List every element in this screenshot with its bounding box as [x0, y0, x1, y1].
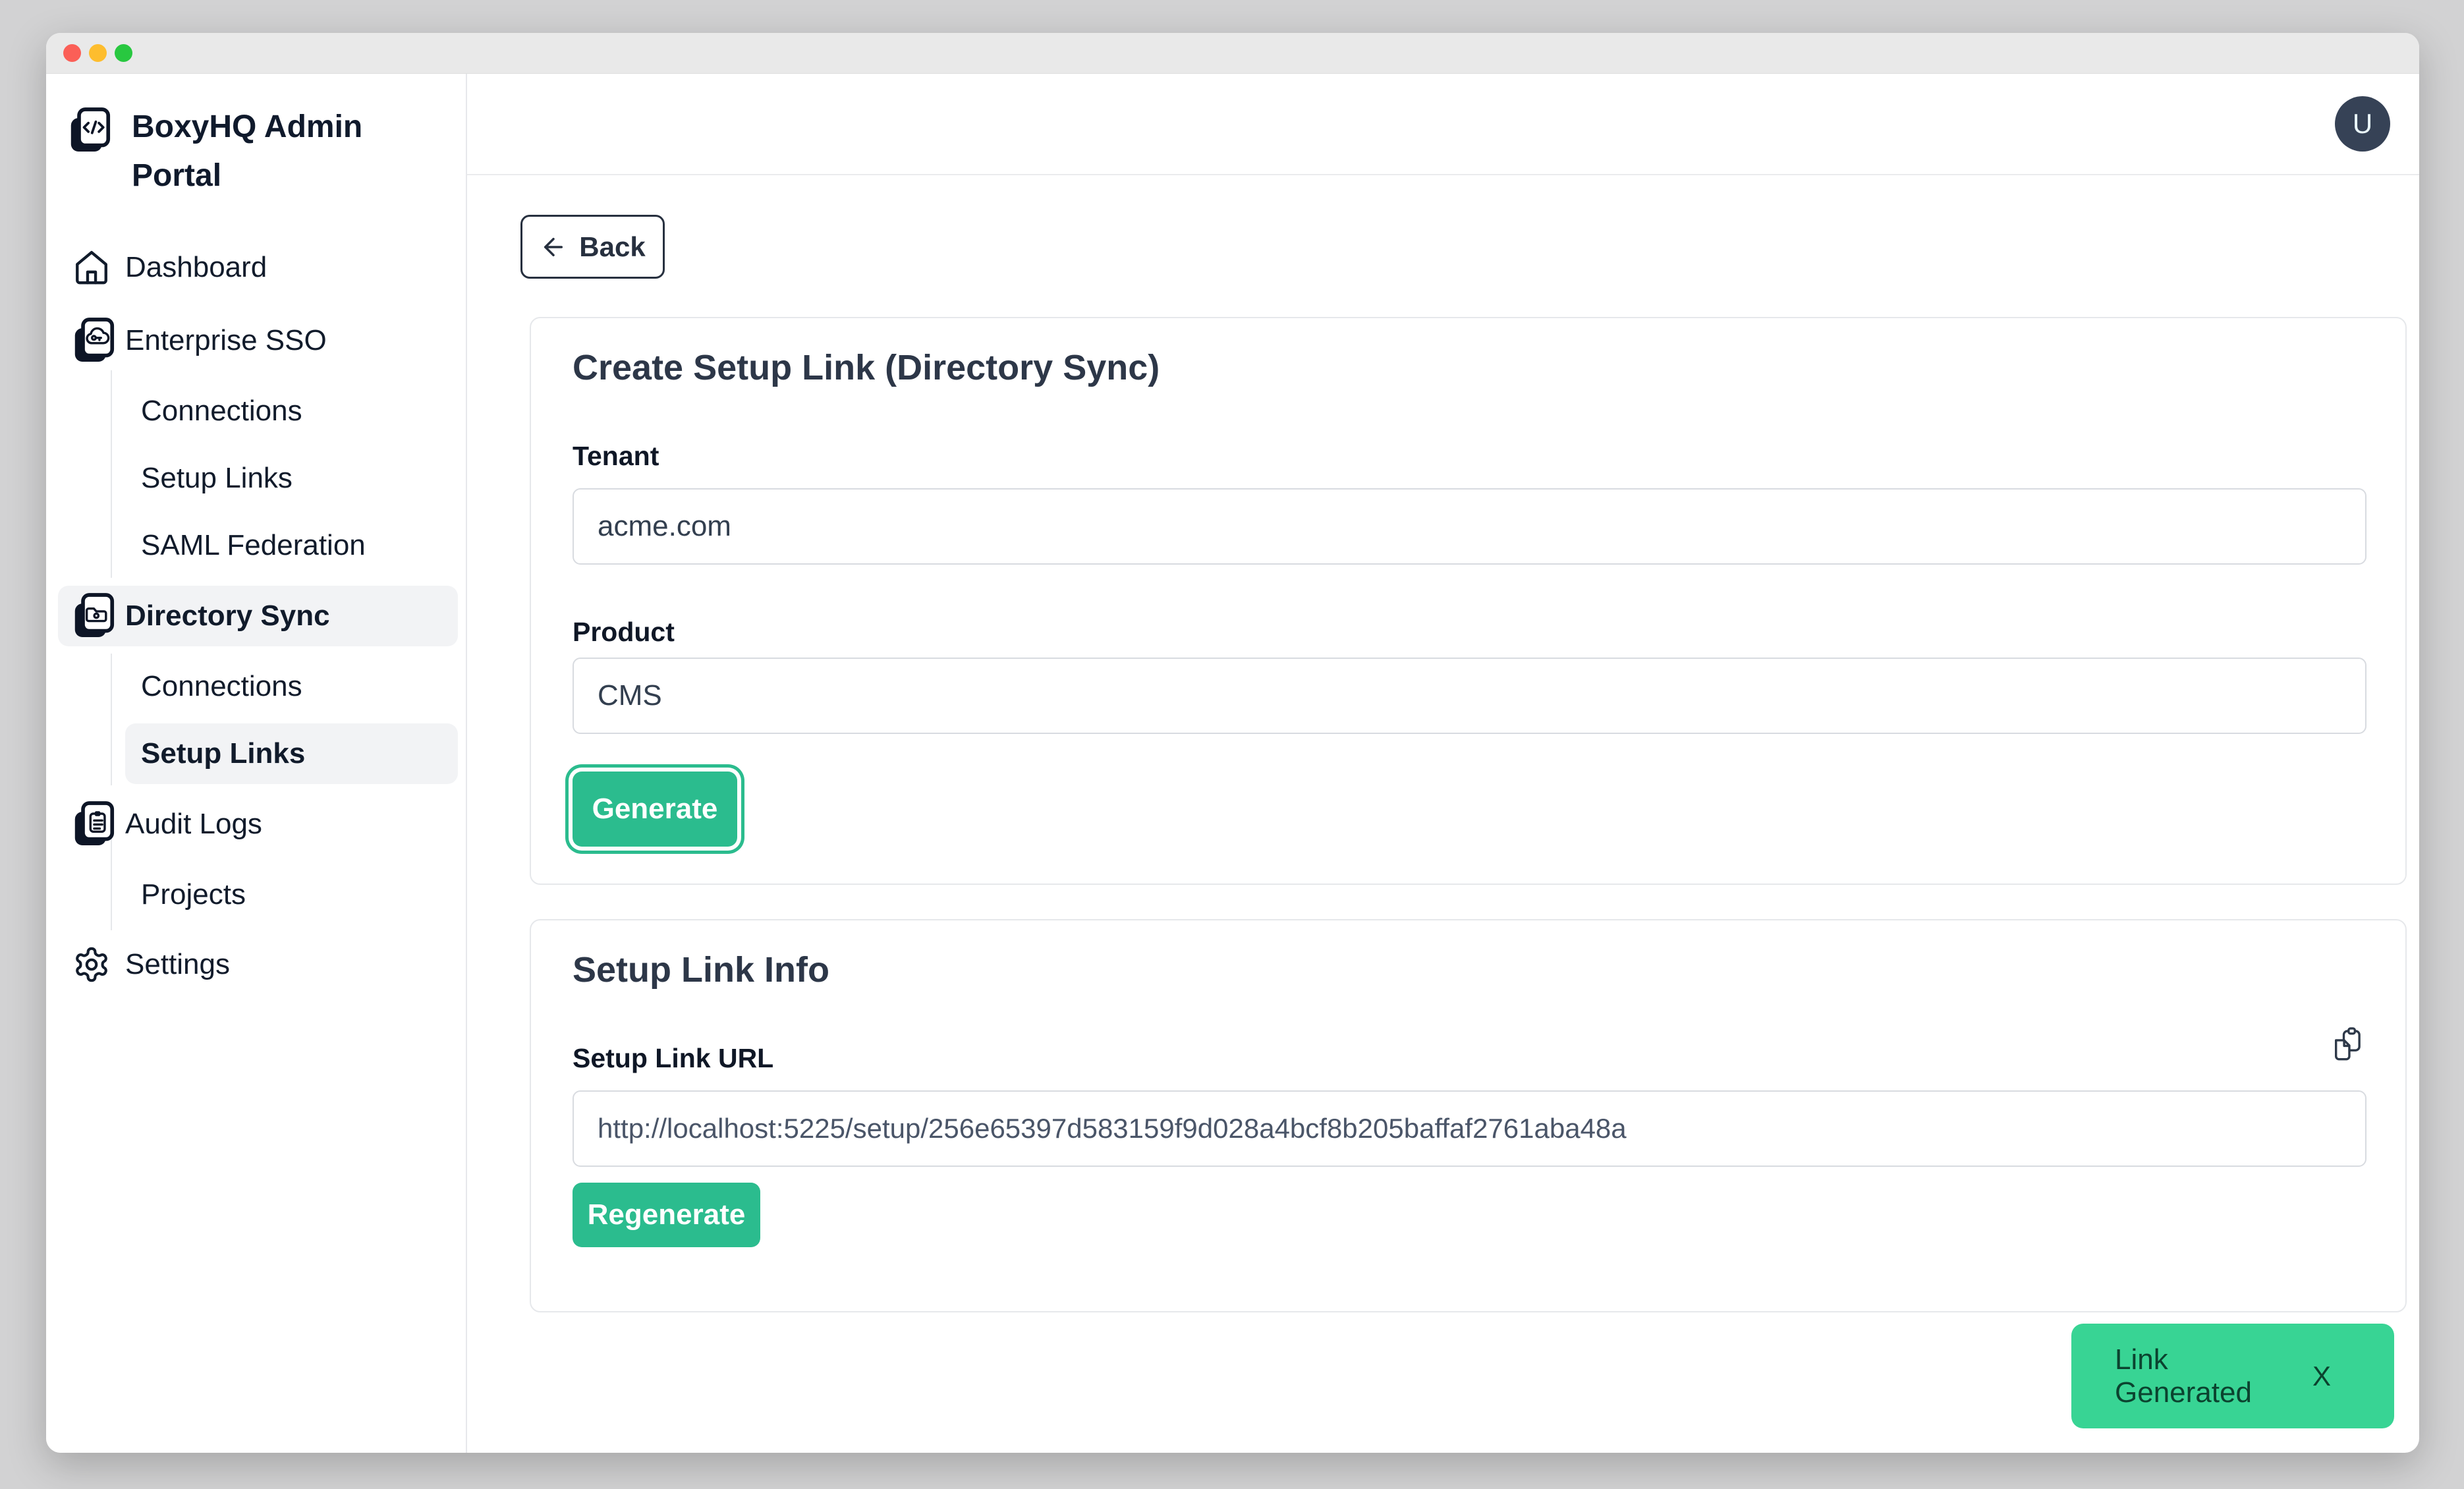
sidebar-item-label: SAML Federation — [141, 529, 366, 562]
directory-keycap-icon — [72, 592, 116, 640]
audit-keycap-icon — [72, 801, 116, 848]
window-titlebar — [46, 33, 2419, 74]
regenerate-button[interactable]: Regenerate — [573, 1183, 760, 1247]
sidebar-item-projects[interactable]: Projects — [46, 860, 458, 930]
main-area: U Back Create Setup Link (Directory Sync… — [467, 74, 2419, 1453]
minimize-window-button[interactable] — [89, 44, 107, 62]
window-content: BoxyHQ Admin Portal Dashboard — [46, 74, 2419, 1453]
sidebar-item-sso-connections[interactable]: Connections — [46, 376, 458, 446]
sidebar-item-label: Connections — [141, 395, 302, 428]
sidebar-item-label: Enterprise SSO — [125, 324, 327, 357]
boxyhq-logo-icon — [69, 107, 111, 154]
sidebar-item-label: Setup Links — [141, 462, 293, 495]
gear-icon — [72, 945, 116, 984]
avatar-initial: U — [2353, 108, 2372, 140]
app-window: BoxyHQ Admin Portal Dashboard — [46, 33, 2419, 1453]
setup-link-url-label: Setup Link URL — [573, 1043, 773, 1074]
setup-link-url-input[interactable] — [573, 1090, 2366, 1167]
sidebar-item-label: Directory Sync — [125, 600, 330, 632]
toast-close-button[interactable]: X — [2312, 1361, 2331, 1392]
sidebar-item-dsync-setup-links[interactable]: Setup Links — [46, 719, 458, 789]
sidebar-item-label: Audit Logs — [125, 808, 262, 841]
back-button[interactable]: Back — [520, 215, 665, 279]
top-bar: U — [467, 74, 2419, 175]
sidebar-item-sso-setup-links[interactable]: Setup Links — [46, 443, 458, 513]
info-card-title: Setup Link Info — [573, 949, 829, 990]
sidebar-item-audit-logs[interactable]: Audit Logs — [46, 789, 458, 859]
close-window-button[interactable] — [63, 44, 81, 62]
sidebar-item-label: Connections — [141, 670, 302, 703]
toast-success: Link Generated X — [2071, 1324, 2394, 1428]
setup-link-info-card: Setup Link Info Setup Link URL — [530, 919, 2407, 1312]
sidebar-item-label: Setup Links — [141, 737, 305, 770]
clipboard-copy-icon — [2329, 1026, 2366, 1061]
sidebar-item-dsync-connections[interactable]: Connections — [46, 652, 458, 721]
sidebar-item-dashboard[interactable]: Dashboard — [46, 233, 458, 302]
sidebar-item-label: Projects — [141, 878, 246, 911]
avatar[interactable]: U — [2335, 96, 2390, 152]
page-content: Back Create Setup Link (Directory Sync) … — [467, 175, 2419, 1453]
toast-message: Link Generated — [2115, 1343, 2312, 1409]
product-input[interactable] — [573, 658, 2366, 734]
sso-cloud-keycap-icon — [72, 317, 116, 364]
zoom-window-button[interactable] — [115, 44, 132, 62]
sidebar: BoxyHQ Admin Portal Dashboard — [46, 74, 467, 1453]
tenant-input[interactable] — [573, 488, 2366, 565]
generate-button[interactable]: Generate — [573, 772, 737, 847]
sidebar-item-label: Dashboard — [125, 251, 267, 284]
sidebar-item-enterprise-sso[interactable]: Enterprise SSO — [46, 306, 458, 376]
arrow-left-icon — [540, 233, 567, 261]
sidebar-item-label: Settings — [125, 948, 230, 981]
desktop: { "window": { "traffic_lights": ["close"… — [0, 0, 2464, 1489]
tenant-label: Tenant — [573, 441, 659, 472]
create-card-title: Create Setup Link (Directory Sync) — [573, 347, 1160, 388]
product-label: Product — [573, 617, 675, 648]
back-button-label: Back — [579, 231, 645, 263]
brand-title: BoxyHQ Admin Portal — [132, 103, 376, 200]
create-setup-link-card: Create Setup Link (Directory Sync) Tenan… — [530, 317, 2407, 885]
sidebar-item-saml-federation[interactable]: SAML Federation — [46, 511, 458, 580]
sidebar-item-settings[interactable]: Settings — [46, 930, 458, 999]
sidebar-item-directory-sync[interactable]: Directory Sync — [46, 581, 458, 651]
home-icon — [72, 248, 116, 287]
copy-button[interactable] — [2329, 1025, 2366, 1063]
